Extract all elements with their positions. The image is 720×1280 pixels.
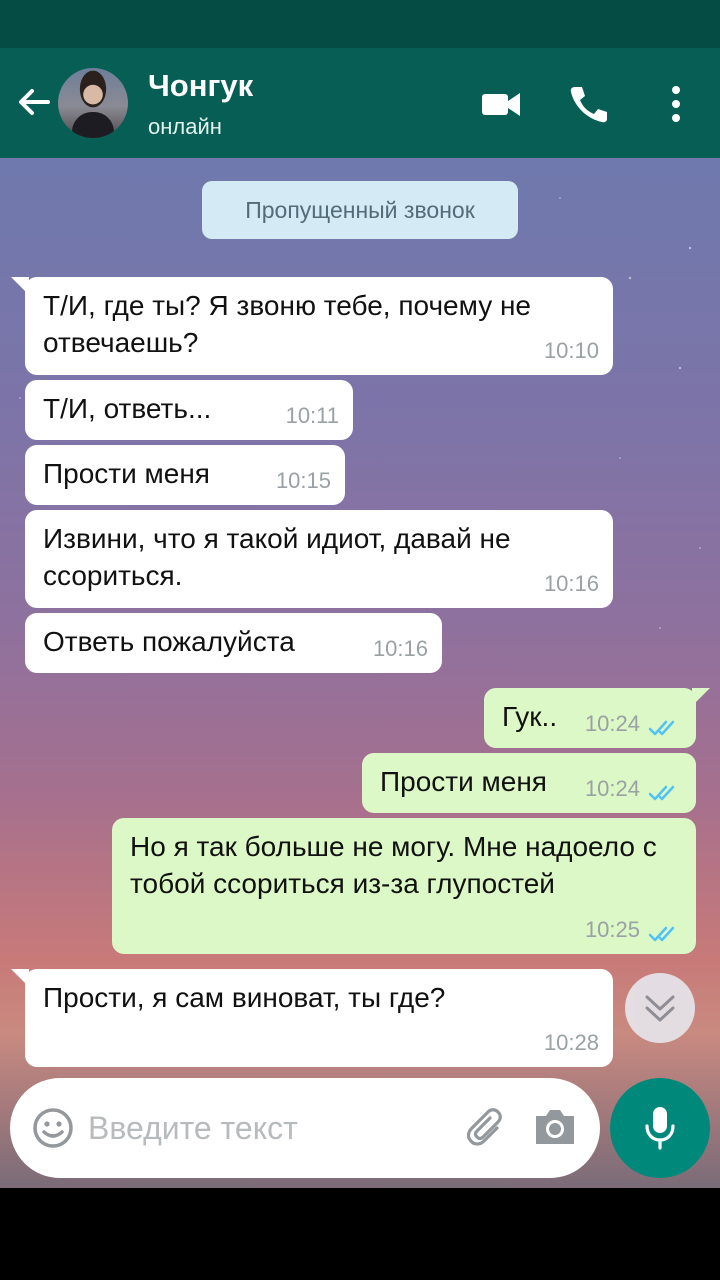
- read-receipt-icon: [648, 720, 675, 736]
- message-incoming[interactable]: Ответь пожалуйста 10:16: [25, 613, 442, 673]
- camera-icon[interactable]: [532, 1106, 578, 1148]
- message-time: 10:24: [584, 711, 640, 736]
- voice-message-button[interactable]: [610, 1078, 710, 1178]
- contact-name[interactable]: Чонгук: [148, 68, 253, 104]
- read-receipt-icon: [648, 926, 675, 942]
- back-arrow-icon[interactable]: [14, 82, 54, 122]
- avatar[interactable]: [58, 68, 128, 138]
- message-text: Т/И, где ты? Я звоню тебе, почему не отв…: [43, 290, 532, 358]
- message-time: 10:16: [372, 636, 428, 661]
- message-text: Но я так больше не могу. Мне надоело с т…: [130, 831, 657, 899]
- chat-header: Чонгук онлайн: [0, 48, 720, 158]
- message-incoming[interactable]: Извини, что я такой идиот, давай не ссор…: [25, 510, 613, 608]
- message-time: 10:10: [543, 338, 599, 363]
- message-outgoing[interactable]: Но я так больше не могу. Мне надоело с т…: [112, 818, 696, 954]
- message-incoming[interactable]: Т/И, где ты? Я звоню тебе, почему не отв…: [11, 277, 613, 375]
- contact-status: онлайн: [148, 114, 222, 139]
- message-incoming[interactable]: Прости, я сам виноват, ты где? 10:28: [11, 969, 613, 1067]
- emoji-icon[interactable]: [32, 1107, 74, 1149]
- phone-call-icon[interactable]: [566, 84, 610, 124]
- message-time: 10:16: [543, 571, 599, 596]
- missed-call-notice: Пропущенный звонок: [202, 181, 518, 239]
- message-incoming[interactable]: Прости меня 10:15: [25, 445, 345, 505]
- message-outgoing[interactable]: Гук.. 10:24: [484, 688, 710, 748]
- message-time: 10:28: [543, 1030, 599, 1055]
- scroll-to-bottom-button[interactable]: [625, 973, 695, 1043]
- message-time: 10:11: [285, 403, 339, 428]
- message-input[interactable]: [88, 1106, 448, 1150]
- attach-icon[interactable]: [464, 1106, 510, 1152]
- microphone-icon: [645, 1107, 675, 1150]
- message-time: 10:25: [584, 917, 640, 942]
- message-text: Извини, что я такой идиот, давай не ссор…: [43, 523, 511, 591]
- read-receipt-icon: [648, 785, 675, 801]
- message-composer: [10, 1078, 600, 1178]
- more-options-icon[interactable]: [662, 84, 690, 124]
- message-outgoing[interactable]: Прости меня 10:24: [362, 753, 696, 813]
- message-time: 10:15: [275, 468, 331, 493]
- chat-area[interactable]: Пропущенный звонок Т/И, где ты? Я звоню …: [0, 158, 720, 1188]
- system-navigation-bar: [0, 1188, 720, 1280]
- double-chevron-down-icon: [645, 995, 675, 1022]
- status-bar: [0, 0, 720, 48]
- message-time: 10:24: [584, 776, 640, 801]
- message-text: Прости, я сам виноват, ты где?: [43, 982, 446, 1013]
- video-call-icon[interactable]: [480, 84, 522, 124]
- message-incoming[interactable]: Т/И, ответь... 10:11: [25, 380, 353, 440]
- message-text: Ответь пожалуйста: [43, 626, 295, 657]
